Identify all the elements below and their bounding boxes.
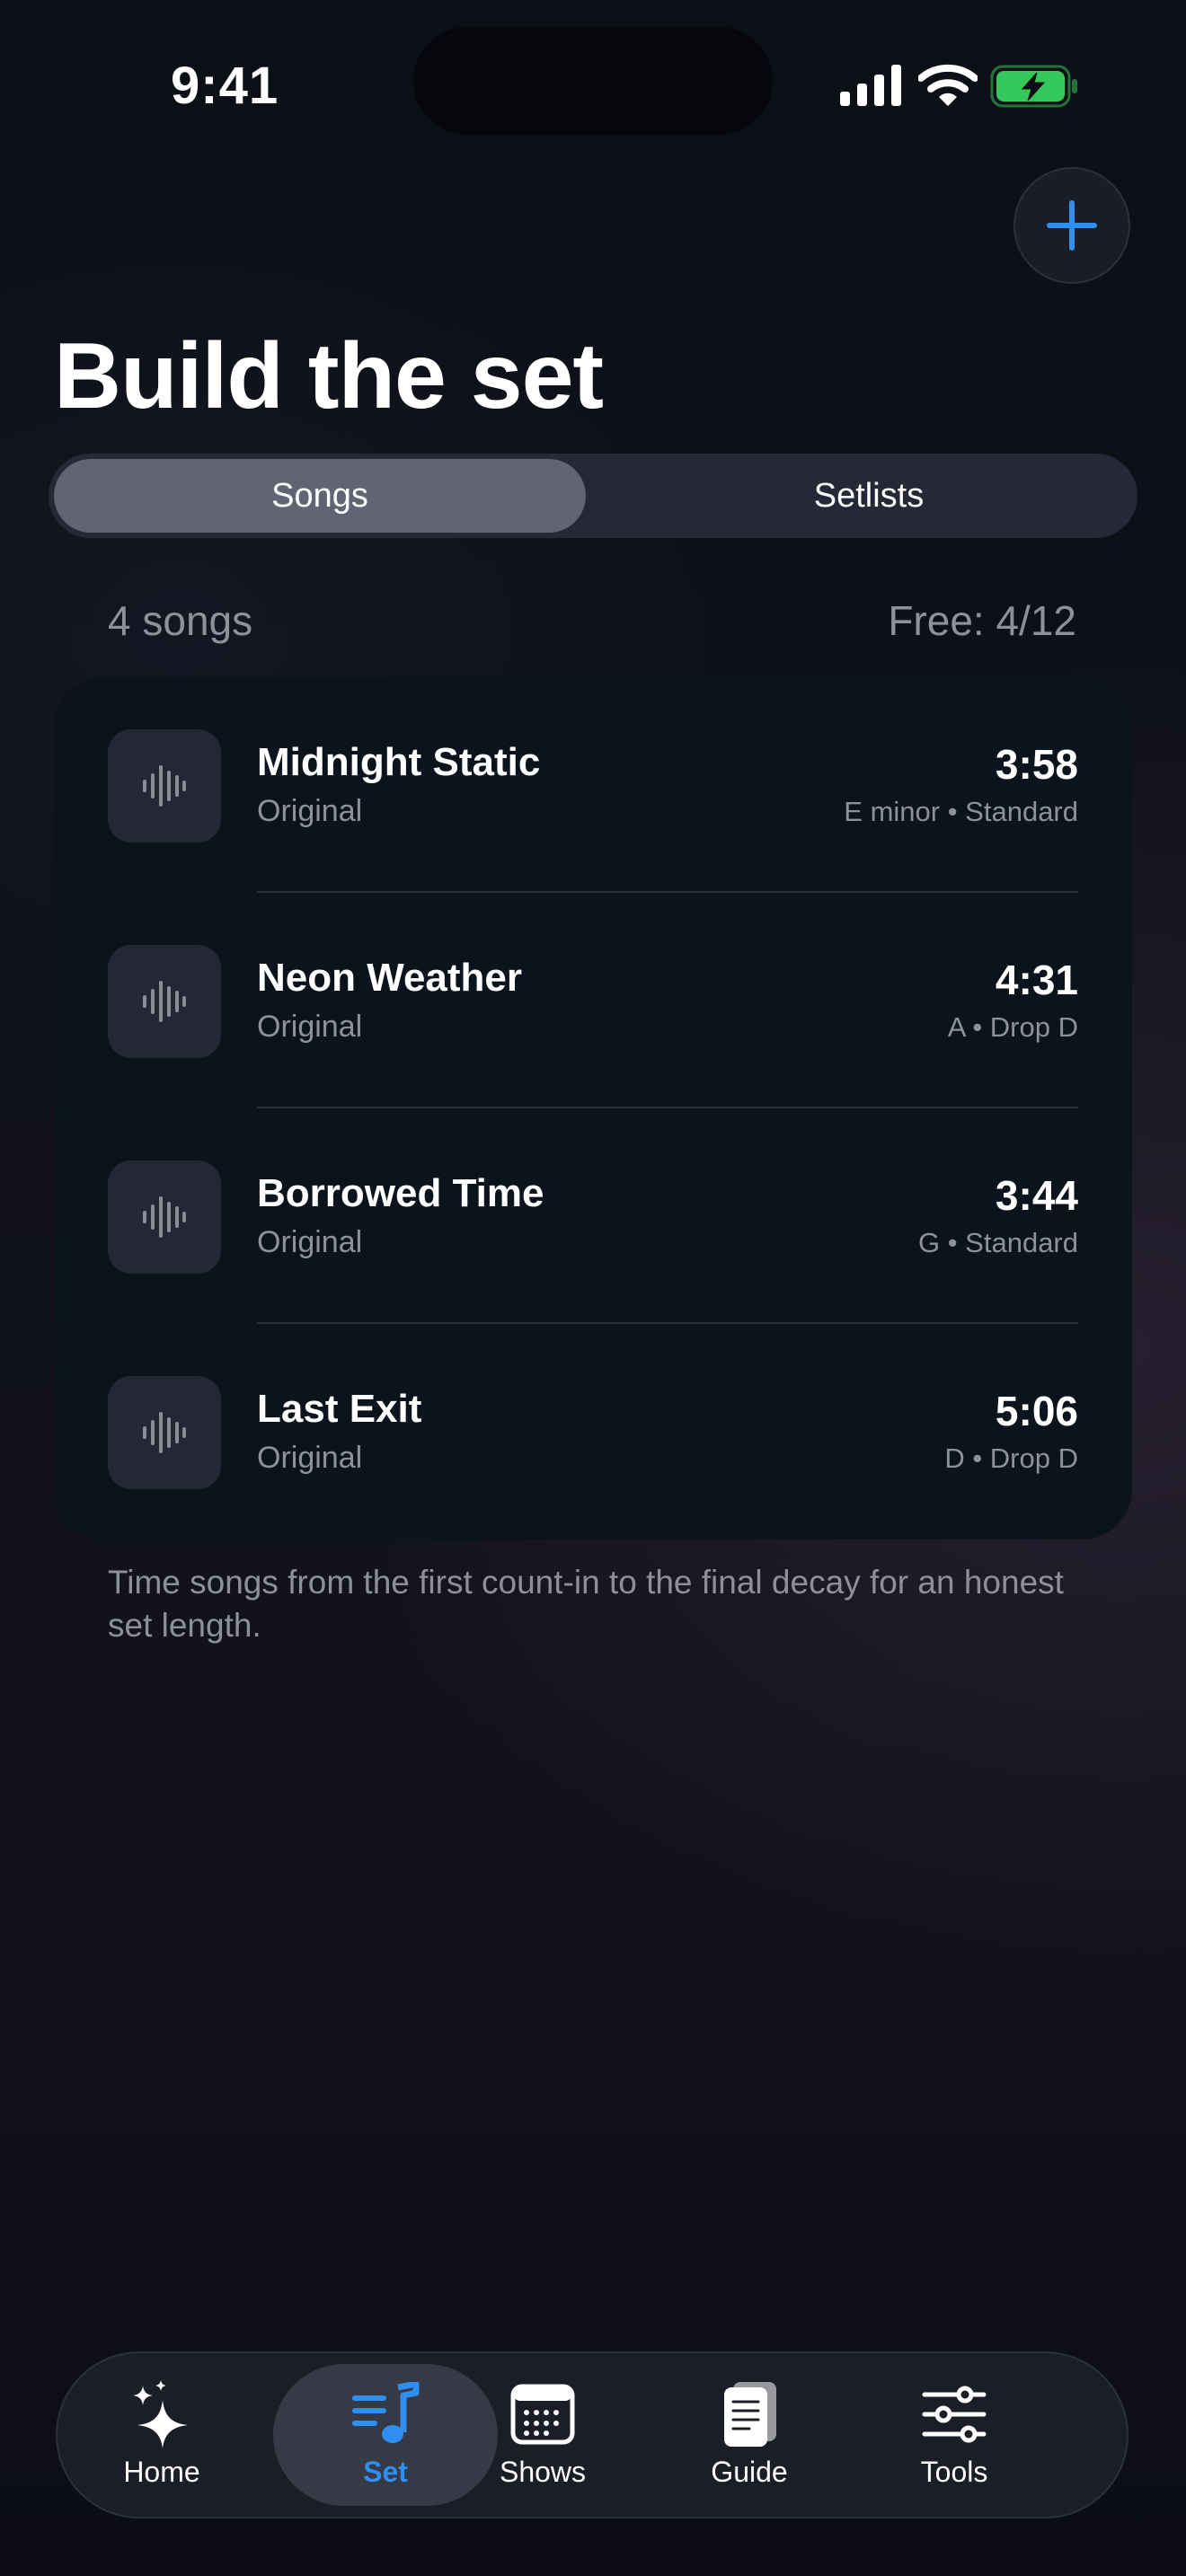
tab-bar: Home Set Shows Guide Tools (56, 2351, 1128, 2519)
song-title: Borrowed Time (257, 1171, 544, 1215)
segment-setlists[interactable]: Setlists (606, 459, 1132, 533)
song-key-tuning: A • Drop D (947, 1011, 1078, 1043)
song-key-tuning: E minor • Standard (844, 796, 1078, 827)
footnote: Time songs from the first count-in to th… (108, 1564, 1064, 1644)
waveform-icon (143, 765, 186, 807)
battery-charging-icon (990, 65, 1077, 108)
waveform-thumbnail (108, 1160, 221, 1274)
tab-label: Shows (499, 2456, 587, 2488)
song-list: Midnight Static Original 3:58 E minor • … (54, 677, 1132, 1539)
waveform-icon (143, 1196, 186, 1238)
song-duration: 3:58 (995, 741, 1078, 788)
tab-home[interactable]: Home (58, 2353, 266, 2517)
sliders-icon (918, 2378, 990, 2450)
song-row[interactable]: Borrowed Time Original 3:44 G • Standard (54, 1108, 1132, 1324)
waveform-icon (143, 1412, 186, 1453)
book-icon (713, 2378, 785, 2450)
song-type: Original (257, 1225, 363, 1259)
page-title: Build the set (54, 324, 604, 428)
cellular-signal-icon (840, 65, 901, 106)
song-title: Last Exit (257, 1387, 422, 1431)
song-duration: 5:06 (995, 1388, 1078, 1434)
waveform-thumbnail (108, 1376, 221, 1489)
plus-icon (1047, 200, 1097, 251)
song-row[interactable]: Midnight Static Original 3:58 E minor • … (54, 677, 1132, 893)
free-quota: Free: 4/12 (888, 597, 1076, 644)
segmented-control: Songs Setlists (49, 454, 1137, 538)
segment-songs[interactable]: Songs (54, 459, 586, 533)
tab-shows[interactable]: Shows (438, 2353, 647, 2517)
sparkles-icon (126, 2378, 198, 2450)
wifi-icon (918, 64, 978, 106)
tab-label: Guide (711, 2456, 788, 2488)
status-time: 9:41 (171, 57, 279, 115)
song-type: Original (257, 794, 363, 828)
music-list-icon (350, 2378, 421, 2450)
tab-guide[interactable]: Guide (645, 2353, 854, 2517)
song-title: Neon Weather (257, 956, 523, 1000)
tab-label: Set (363, 2456, 408, 2488)
song-duration: 4:31 (995, 957, 1078, 1003)
tab-label: Tools (920, 2456, 988, 2488)
song-type: Original (257, 1441, 363, 1475)
song-key-tuning: D • Drop D (944, 1442, 1078, 1474)
add-song-button[interactable] (1013, 167, 1130, 284)
song-type: Original (257, 1010, 363, 1044)
dynamic-island (413, 27, 773, 135)
waveform-thumbnail (108, 729, 221, 842)
song-count: 4 songs (108, 597, 253, 644)
song-key-tuning: G • Standard (917, 1227, 1078, 1258)
song-row[interactable]: Neon Weather Original 4:31 A • Drop D (54, 893, 1132, 1108)
tab-label: Home (123, 2456, 200, 2488)
song-row[interactable]: Last Exit Original 5:06 D • Drop D (54, 1324, 1132, 1539)
waveform-icon (143, 981, 186, 1022)
song-title: Midnight Static (257, 740, 541, 784)
calendar-icon (507, 2378, 579, 2450)
tab-tools[interactable]: Tools (850, 2353, 1058, 2517)
song-duration: 3:44 (995, 1172, 1078, 1219)
waveform-thumbnail (108, 945, 221, 1058)
